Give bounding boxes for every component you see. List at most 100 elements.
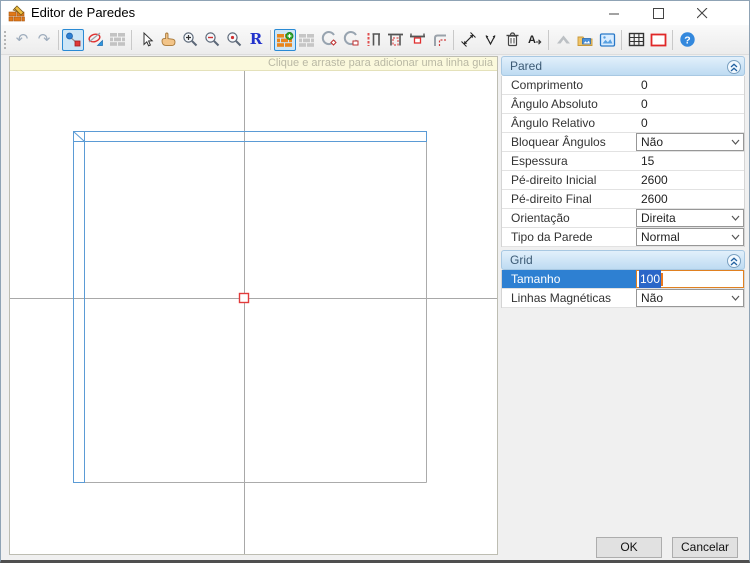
tamanho-edit-field[interactable]: 100 bbox=[636, 270, 744, 288]
property-label: Espessura bbox=[502, 152, 636, 170]
zoom-out-button[interactable] bbox=[201, 29, 223, 51]
property-row-tamanho[interactable]: Tamanho 100 bbox=[502, 270, 744, 289]
combo-value: Direita bbox=[637, 209, 727, 227]
wall-brick-disabled-icon bbox=[298, 32, 316, 47]
text-caret bbox=[661, 273, 663, 286]
red-rectangle-button[interactable] bbox=[647, 29, 669, 51]
close-icon bbox=[697, 8, 708, 19]
property-row-angulo-absoluto[interactable]: Ângulo Absoluto 0 bbox=[502, 95, 744, 114]
junction-corner-button[interactable] bbox=[428, 29, 450, 51]
cancel-button[interactable]: Cancelar bbox=[672, 537, 738, 558]
linhas-magneticas-combobox[interactable]: Não bbox=[636, 289, 744, 307]
ok-button[interactable]: OK bbox=[596, 537, 662, 558]
toolbar-gripper[interactable] bbox=[4, 31, 8, 49]
help-button[interactable]: ? bbox=[676, 29, 698, 51]
property-row-tipo-da-parede[interactable]: Tipo da Parede Normal bbox=[502, 228, 744, 247]
measure-diagonal-button[interactable] bbox=[457, 29, 479, 51]
refresh-r-button[interactable]: R bbox=[245, 29, 267, 51]
pan-hand-button[interactable] bbox=[157, 29, 179, 51]
close-button[interactable] bbox=[680, 1, 724, 25]
wall-brick-disabled-button[interactable] bbox=[296, 29, 318, 51]
property-value[interactable]: 0 bbox=[636, 76, 744, 94]
zoom-out-icon bbox=[204, 31, 221, 48]
arc-diamond-button[interactable] bbox=[318, 29, 340, 51]
undo-button[interactable]: ↶ bbox=[11, 29, 33, 51]
orientacao-combobox[interactable]: Direita bbox=[636, 209, 744, 227]
open-image-folder-icon bbox=[576, 32, 594, 48]
chevron-double-up-icon bbox=[730, 63, 738, 72]
titlebar[interactable]: Editor de Paredes bbox=[1, 1, 749, 25]
select-cursor-icon bbox=[138, 31, 155, 48]
open-image-folder-button[interactable] bbox=[574, 29, 596, 51]
arc-square-button[interactable] bbox=[340, 29, 362, 51]
draw-wall-button[interactable] bbox=[62, 29, 84, 51]
property-label: Orientação bbox=[502, 209, 636, 227]
junction-top-icon bbox=[387, 31, 404, 48]
selected-edit-text: 100 bbox=[639, 270, 661, 288]
wall-canvas[interactable]: Clique e arraste para adicionar uma linh… bbox=[9, 56, 498, 555]
zoom-region-button[interactable] bbox=[223, 29, 245, 51]
property-value[interactable]: 15 bbox=[636, 152, 744, 170]
toolbar: ↶ ↷ bbox=[1, 25, 749, 55]
section-header-grid[interactable]: Grid bbox=[501, 250, 745, 270]
measure-angle-button[interactable] bbox=[479, 29, 501, 51]
select-cursor-button[interactable] bbox=[135, 29, 157, 51]
property-label: Tipo da Parede bbox=[502, 228, 636, 246]
property-row-pe-direito-final[interactable]: Pé-direito Final 2600 bbox=[502, 190, 744, 209]
junction-left-button[interactable] bbox=[362, 29, 384, 51]
zoom-in-button[interactable] bbox=[179, 29, 201, 51]
property-row-angulo-relativo[interactable]: Ângulo Relativo 0 bbox=[502, 114, 744, 133]
property-value[interactable]: 0 bbox=[636, 114, 744, 132]
collapse-button[interactable] bbox=[727, 254, 741, 268]
trash-icon bbox=[504, 31, 521, 48]
bloquear-angulos-combobox[interactable]: Não bbox=[636, 133, 744, 151]
pan-hand-icon bbox=[159, 31, 177, 48]
zoom-in-icon bbox=[182, 31, 199, 48]
drawing-surface[interactable] bbox=[10, 71, 497, 554]
grid-button[interactable] bbox=[625, 29, 647, 51]
property-label: Comprimento bbox=[502, 76, 636, 94]
maximize-icon bbox=[653, 8, 664, 19]
section-header-pared[interactable]: Pared bbox=[501, 56, 745, 76]
grid-icon bbox=[628, 32, 645, 47]
property-value[interactable]: 2600 bbox=[636, 190, 744, 208]
minimize-button[interactable] bbox=[592, 1, 636, 25]
client-area: Clique e arraste para adicionar uma linh… bbox=[1, 56, 749, 561]
section-title: Pared bbox=[510, 59, 542, 73]
editor-de-paredes-window: Editor de Paredes ↶ ↷ bbox=[0, 0, 750, 563]
help-icon: ? bbox=[679, 31, 696, 48]
chevron-down-icon bbox=[727, 139, 743, 145]
roof-disabled-button[interactable] bbox=[552, 29, 574, 51]
image-viewer-icon bbox=[599, 32, 616, 48]
toolbar-separator bbox=[270, 30, 271, 50]
demolish-wall-button[interactable] bbox=[84, 29, 106, 51]
junction-bottom-icon bbox=[409, 31, 426, 48]
maximize-button[interactable] bbox=[636, 1, 680, 25]
properties-panel: Pared Comprimento 0 Ângulo Absoluto 0 bbox=[501, 56, 745, 308]
chevron-down-icon bbox=[727, 215, 743, 221]
property-value[interactable]: 0 bbox=[636, 95, 744, 113]
trash-button[interactable] bbox=[501, 29, 523, 51]
property-value[interactable]: 2600 bbox=[636, 171, 744, 189]
image-viewer-button[interactable] bbox=[596, 29, 618, 51]
wall-brick-active-button[interactable] bbox=[274, 29, 296, 51]
text-rotate-button[interactable]: A bbox=[523, 29, 545, 51]
arc-square-icon bbox=[343, 31, 360, 48]
redo-button[interactable]: ↷ bbox=[33, 29, 55, 51]
text-rotate-icon: A bbox=[526, 31, 543, 48]
property-row-bloquear-angulos[interactable]: Bloquear Ângulos Não bbox=[502, 133, 744, 152]
chevron-down-icon bbox=[727, 295, 743, 301]
property-row-orientacao[interactable]: Orientação Direita bbox=[502, 209, 744, 228]
property-row-linhas-magneticas[interactable]: Linhas Magnéticas Não bbox=[502, 289, 744, 308]
toolbar-separator bbox=[131, 30, 132, 50]
junction-top-button[interactable] bbox=[384, 29, 406, 51]
brick-disabled-button[interactable] bbox=[106, 29, 128, 51]
property-row-pe-direito-inicial[interactable]: Pé-direito Inicial 2600 bbox=[502, 171, 744, 190]
collapse-button[interactable] bbox=[727, 60, 741, 74]
junction-bottom-button[interactable] bbox=[406, 29, 428, 51]
property-label: Bloquear Ângulos bbox=[502, 133, 636, 151]
property-row-comprimento[interactable]: Comprimento 0 bbox=[502, 76, 744, 95]
undo-icon: ↶ bbox=[16, 32, 29, 47]
property-row-espessura[interactable]: Espessura 15 bbox=[502, 152, 744, 171]
tipo-da-parede-combobox[interactable]: Normal bbox=[636, 228, 744, 246]
